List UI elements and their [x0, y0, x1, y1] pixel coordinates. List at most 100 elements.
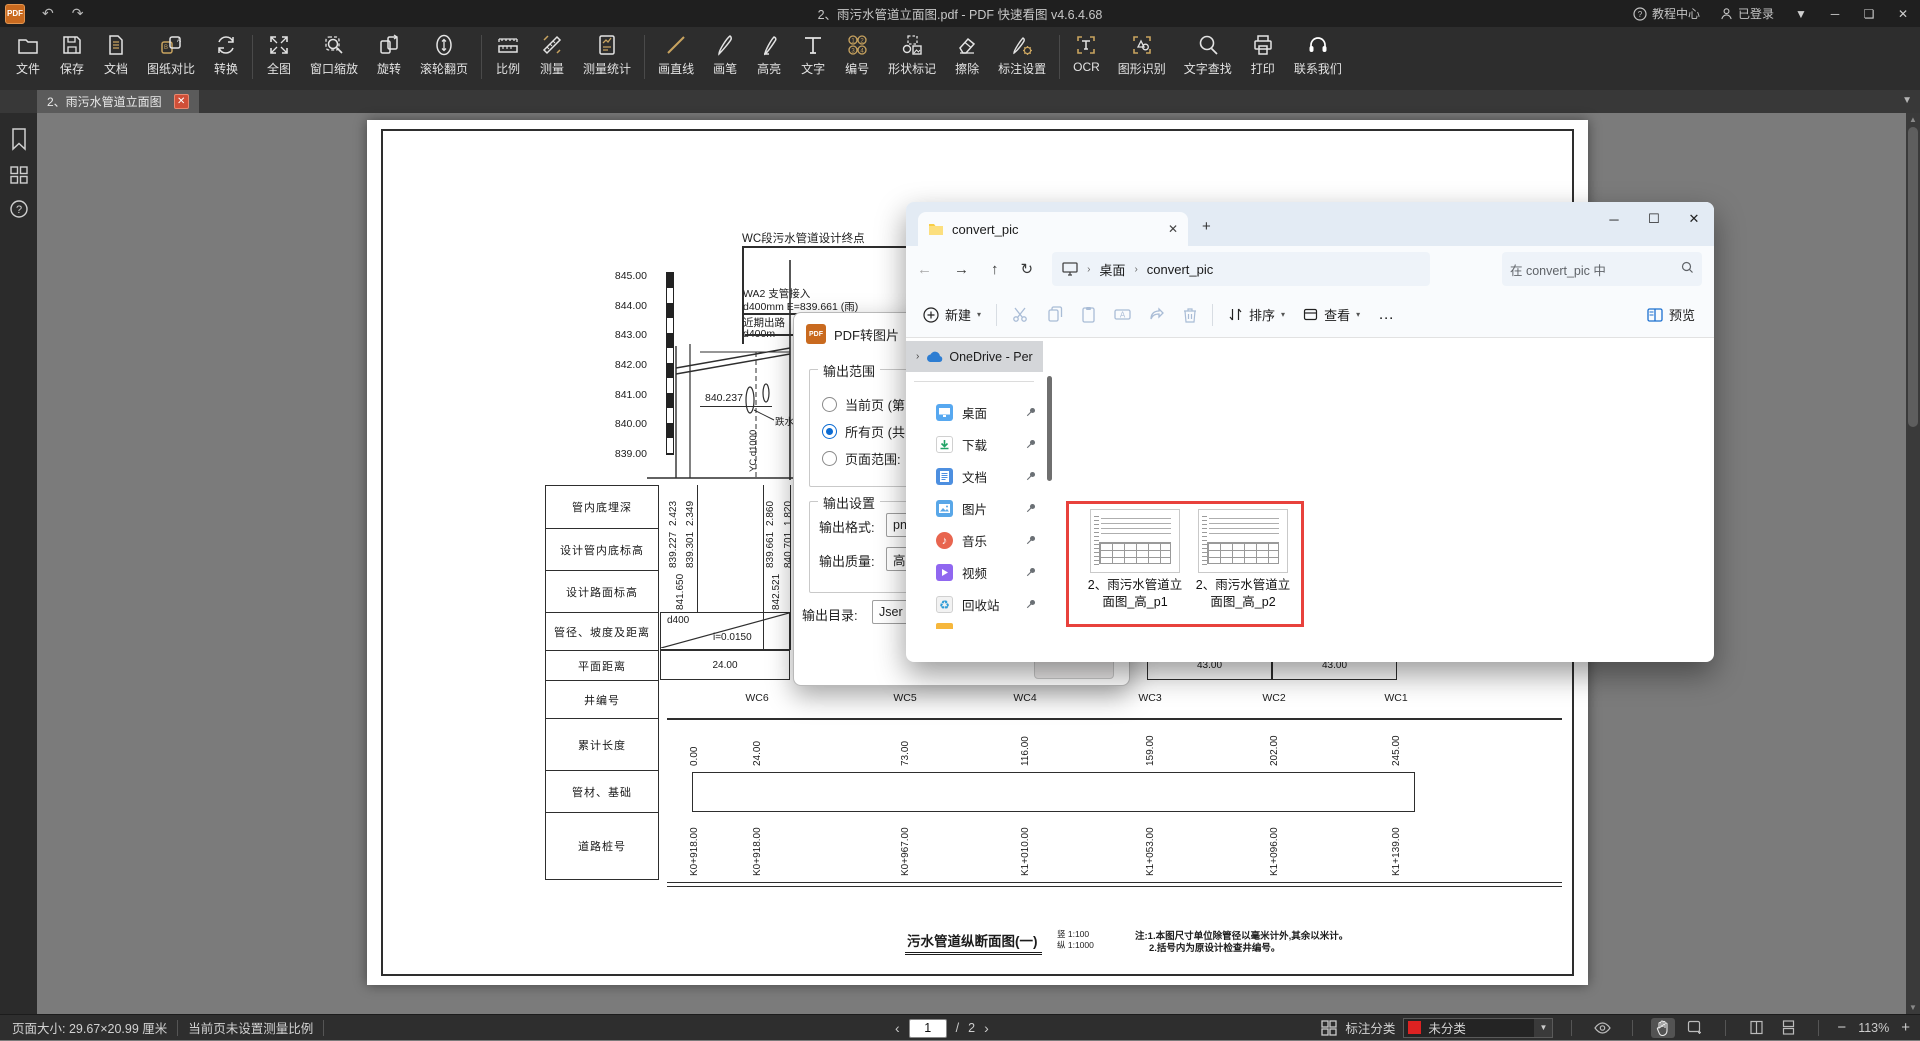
refresh-icon[interactable]: ↻	[1021, 260, 1034, 278]
more-options-icon[interactable]: …	[1369, 306, 1404, 324]
tab-close-icon[interactable]: ✕	[173, 94, 189, 109]
cut-icon[interactable]	[1003, 306, 1038, 323]
new-button[interactable]: 新建 ▾	[914, 305, 990, 324]
rename-icon[interactable]: A	[1105, 307, 1140, 322]
undo-icon[interactable]: ↶	[42, 5, 54, 22]
thumbnail-grid-icon[interactable]	[9, 165, 29, 185]
pen-button[interactable]: 画笔	[703, 27, 747, 77]
explorer-search-box[interactable]: 在 convert_pic 中	[1502, 252, 1702, 286]
file-item-p2[interactable]: 2、雨污水管道立 面图_高_p2	[1190, 509, 1296, 611]
sidebar-item-onedrive[interactable]: › OneDrive - Per	[906, 341, 1043, 372]
cumulative-length: 73.00	[900, 740, 911, 766]
sidebar-item-documents[interactable]: 文档	[906, 461, 1051, 492]
new-tab-icon[interactable]: +	[1202, 218, 1211, 235]
up-icon[interactable]: ↑	[991, 261, 999, 278]
search-icon	[1199, 35, 1218, 55]
sidebar-item-music[interactable]: ♪ 音乐	[906, 525, 1051, 556]
fit-page-button[interactable]: 全图	[257, 27, 301, 77]
tab-close-icon[interactable]: ✕	[1168, 222, 1178, 236]
text-button[interactable]: 文字	[791, 27, 835, 77]
draw-line-button[interactable]: 画直线	[649, 27, 703, 77]
hand-tool-button[interactable]	[1651, 1017, 1676, 1038]
scroll-page-button[interactable]: 滚轮翻页	[411, 27, 477, 77]
document-tab[interactable]: 2、雨污水管道立面图 ✕	[37, 90, 199, 113]
explorer-close-button[interactable]: ✕	[1674, 202, 1714, 236]
invert-value: 839.301	[685, 531, 696, 568]
vertical-scrollbar[interactable]: ▲ ▼	[1906, 113, 1920, 1014]
minimize-button[interactable]: ─	[1818, 0, 1852, 27]
help-circle-icon[interactable]: ?	[9, 199, 29, 219]
ocr-button[interactable]: OCR	[1064, 27, 1109, 74]
forward-icon[interactable]: →	[954, 261, 969, 278]
login-status-button[interactable]: 已登录	[1710, 0, 1784, 27]
share-icon[interactable]	[1140, 307, 1174, 322]
sidebar-item-pictures[interactable]: 图片	[906, 493, 1051, 524]
sort-button[interactable]: 排序 ▾	[1219, 305, 1294, 324]
measure-button[interactable]: 测量	[530, 27, 574, 77]
scale-button[interactable]: 比例	[486, 27, 530, 77]
erase-button[interactable]: 擦除	[945, 27, 989, 77]
explorer-tab[interactable]: convert_pic ✕	[918, 212, 1188, 246]
annotation-settings-button[interactable]: 标注设置	[989, 27, 1055, 77]
sidebar-item-downloads[interactable]: 下载	[906, 429, 1051, 460]
desktop-icon	[936, 404, 953, 421]
sidebar-item-videos[interactable]: 视频	[906, 557, 1051, 588]
print-button[interactable]: 打印	[1241, 27, 1285, 77]
redo-icon[interactable]: ↷	[72, 5, 84, 22]
maximize-button[interactable]: ❏	[1852, 0, 1886, 27]
measure-stats-button[interactable]: 测量统计	[574, 27, 640, 77]
visibility-toggle[interactable]	[1590, 1018, 1614, 1038]
convert-button[interactable]: 转换	[204, 27, 248, 77]
paste-icon[interactable]	[1072, 306, 1105, 323]
scroll-up-icon[interactable]: ▲	[1906, 115, 1920, 124]
drawing-compare-button[interactable]: A B 图纸对比	[138, 27, 204, 77]
document-button[interactable]: 文档	[94, 27, 138, 77]
numbering-button[interactable]: 1 2 3 4 编号	[835, 27, 879, 77]
file-button[interactable]: 文件	[6, 27, 50, 77]
single-page-view-button[interactable]	[1744, 1018, 1768, 1038]
copy-icon[interactable]	[1038, 306, 1072, 323]
radio-current-page[interactable]: 当前页 (第	[822, 395, 905, 414]
highlight-button[interactable]: 高亮	[747, 27, 791, 77]
delete-icon[interactable]	[1174, 307, 1206, 323]
graphic-recognition-icon	[1132, 36, 1151, 54]
breadcrumb-desktop[interactable]: 桌面	[1099, 260, 1125, 279]
scrollbar-thumb[interactable]	[1908, 127, 1918, 427]
select-region-button[interactable]	[1683, 1018, 1707, 1038]
explorer-minimize-button[interactable]: ─	[1594, 202, 1634, 236]
shape-markup-button[interactable]: 形状标记	[879, 27, 945, 77]
next-page-icon[interactable]: ›	[984, 1020, 989, 1036]
save-button[interactable]: 保存	[50, 27, 94, 77]
view-button[interactable]: 查看 ▾	[1294, 305, 1369, 324]
back-icon[interactable]: ←	[917, 261, 932, 278]
annotation-filter-dropdown[interactable]: 未分类 ▼	[1403, 1017, 1554, 1038]
bookmark-icon[interactable]	[9, 127, 29, 151]
zoom-out-button[interactable]: −	[1837, 1019, 1846, 1036]
preview-toggle-button[interactable]: 预览	[1638, 305, 1704, 324]
text-search-button[interactable]: 文字查找	[1175, 27, 1241, 77]
continuous-view-button[interactable]	[1776, 1018, 1800, 1038]
graphic-recognition-button[interactable]: 图形识别	[1109, 27, 1175, 77]
page-number-input[interactable]	[908, 1018, 947, 1038]
tutorial-center-button[interactable]: ? 教程中心	[1623, 0, 1710, 27]
contact-us-button[interactable]: 联系我们	[1285, 27, 1351, 77]
sort-icon	[1229, 308, 1242, 321]
radio-page-range[interactable]: 页面范围:	[822, 449, 901, 468]
sidebar-scrollbar[interactable]	[1047, 376, 1052, 481]
sidebar-item-desktop[interactable]: 桌面	[906, 397, 1051, 428]
tab-list-chevron-icon[interactable]: ▼	[1902, 95, 1912, 106]
explorer-maximize-button[interactable]: ☐	[1634, 202, 1674, 236]
sidebar-item-recycle-bin[interactable]: ♻ 回收站	[906, 589, 1051, 620]
breadcrumb[interactable]: › 桌面 › convert_pic	[1052, 252, 1431, 286]
zoom-in-button[interactable]: +	[1901, 1019, 1910, 1036]
close-button[interactable]: ✕	[1886, 0, 1920, 27]
breadcrumb-folder[interactable]: convert_pic	[1147, 262, 1213, 277]
window-zoom-button[interactable]: 窗口缩放	[301, 27, 367, 77]
prev-page-icon[interactable]: ‹	[895, 1020, 900, 1036]
zoom-level: 113%	[1858, 1020, 1890, 1035]
scroll-down-icon[interactable]: ▼	[1906, 1003, 1920, 1012]
file-item-p1[interactable]: 2、雨污水管道立 面图_高_p1	[1082, 509, 1188, 611]
menu-dropdown-button[interactable]: ▼	[1784, 0, 1818, 27]
radio-all-pages[interactable]: 所有页 (共	[822, 422, 905, 441]
rotate-button[interactable]: 旋转	[367, 27, 411, 77]
